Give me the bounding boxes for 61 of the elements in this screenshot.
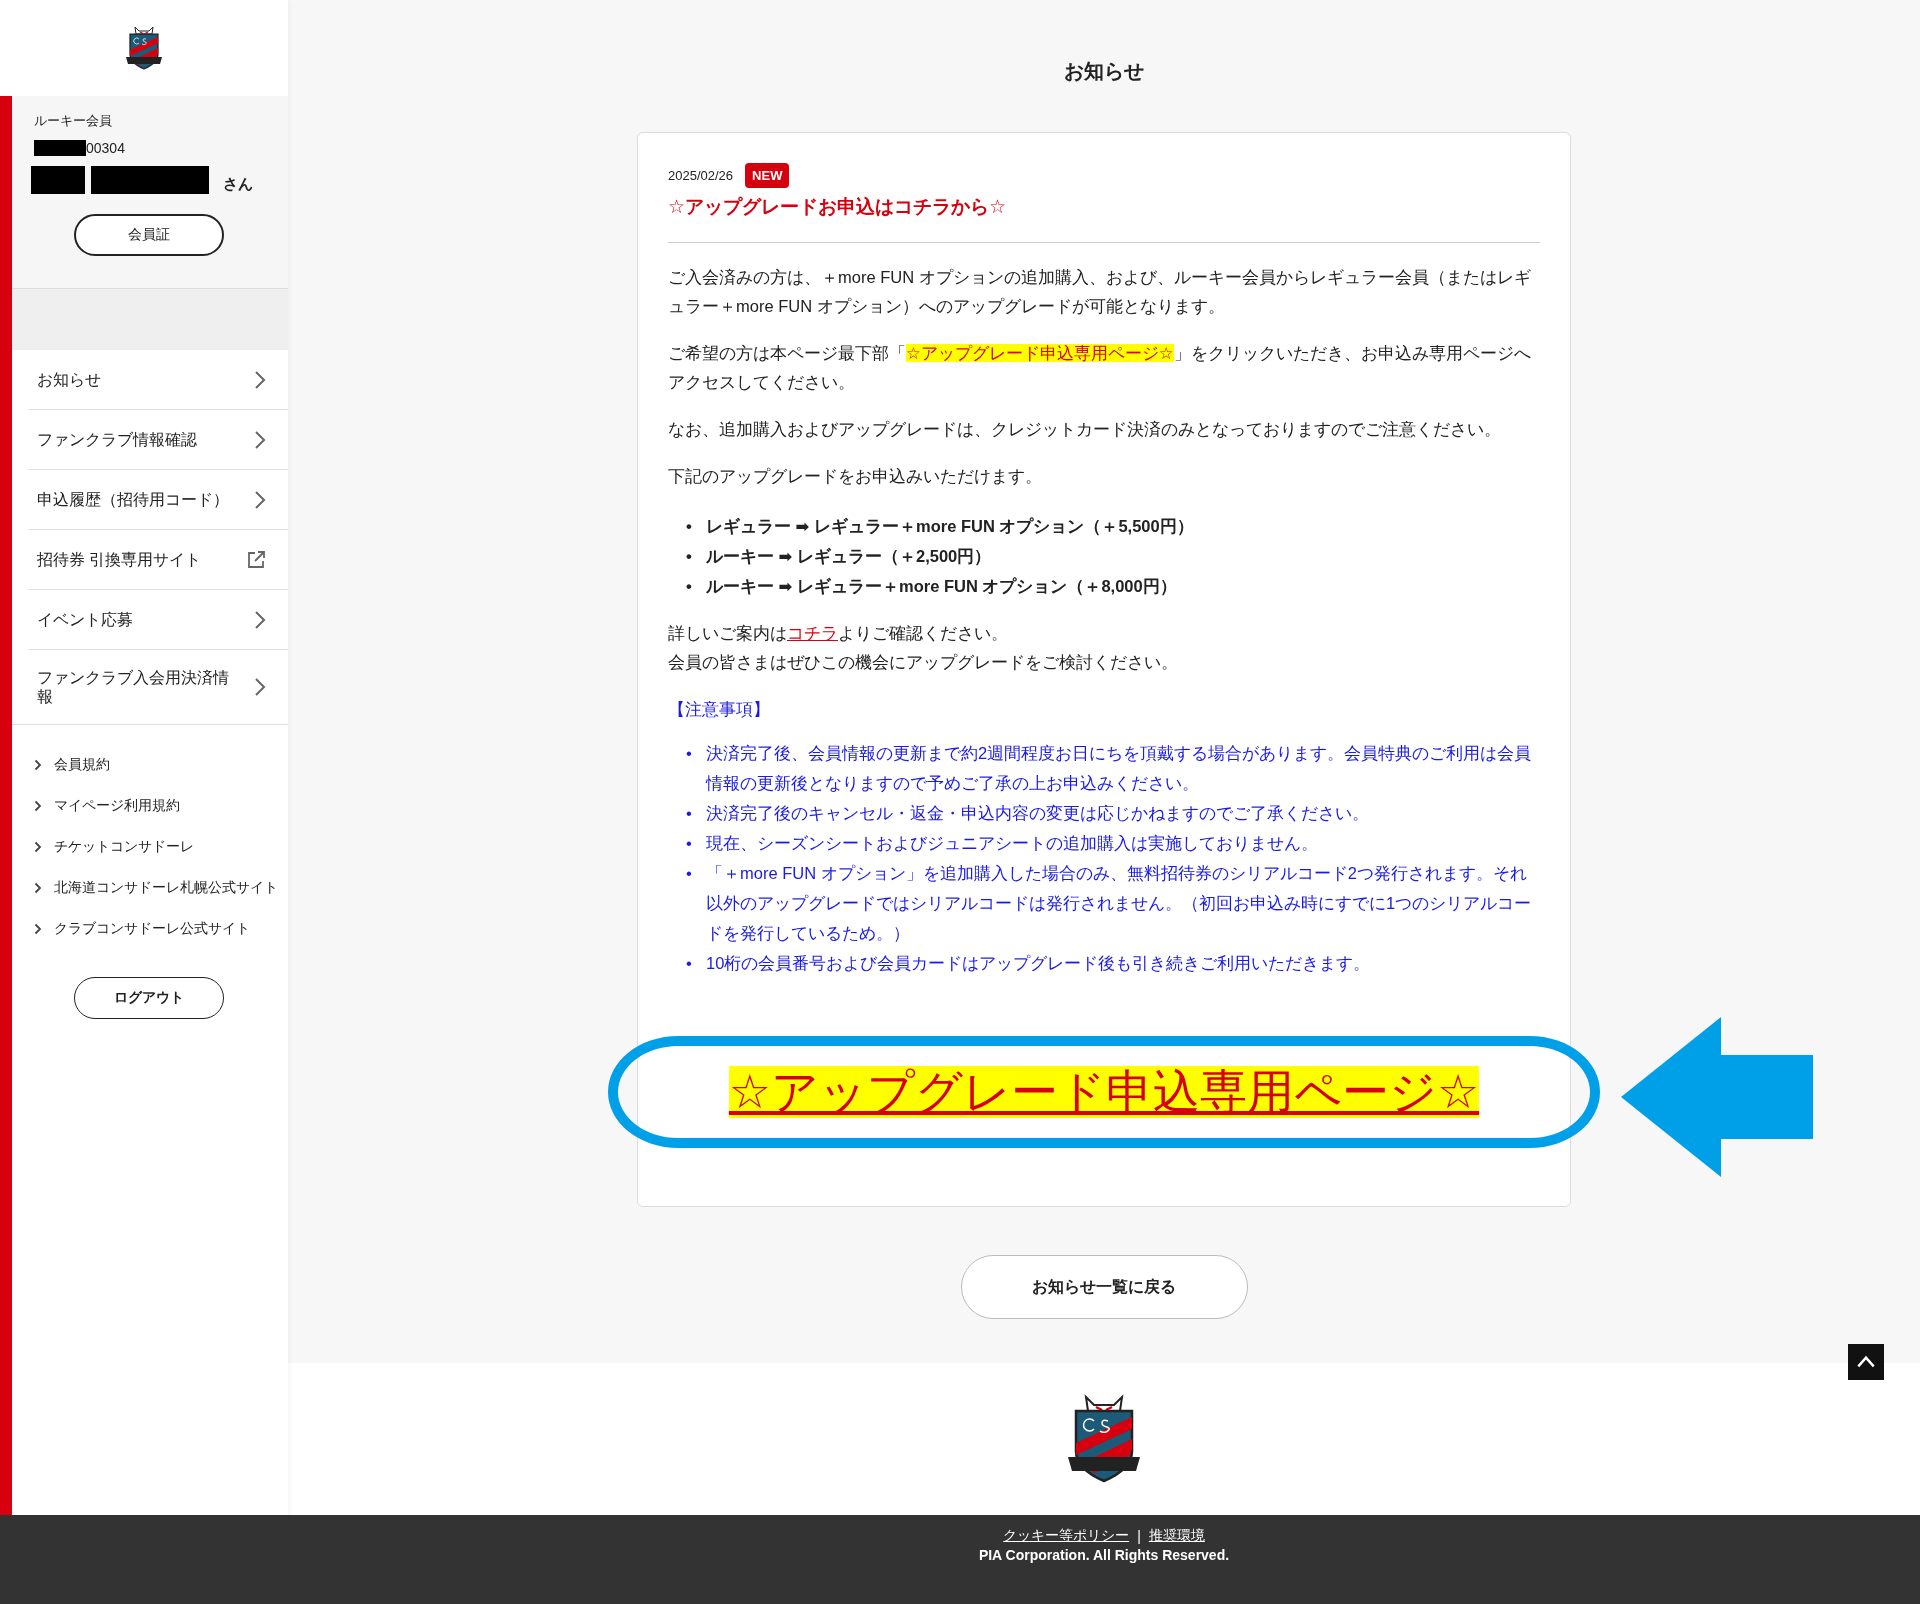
sidebar-link[interactable]: 北海道コンサドーレ札幌公式サイト [34, 878, 288, 898]
upgrade-option: ルーキー ➡ レギュラー（＋2,500円） [706, 541, 992, 571]
note-item: 10桁の会員番号および会員カードはアップグレード後も引き続きご利用いただきます。 [706, 953, 1371, 974]
sidebar-link[interactable]: 会員規約 [34, 755, 288, 775]
chevron-right-icon [34, 923, 42, 935]
separator: | [1137, 1528, 1141, 1544]
sidebar-link[interactable]: マイページ利用規約 [34, 796, 288, 816]
sidebar-link[interactable]: クラブコンサドーレ公式サイト [34, 919, 288, 939]
paragraph: ご入会済みの方は、＋more FUN オプションの追加購入、および、ルーキー会員からレギュラー会員（またはレギュラー＋more FUN オプション）へのアップグレードが可能となります。 [668, 267, 1532, 317]
sidebar-link[interactable]: チケットコンサドーレ [34, 837, 288, 857]
chevron-right-icon [34, 759, 42, 771]
chevron-right-icon [254, 489, 266, 510]
paragraph: 詳しいご案内はコチラ よりご確認ください。 [668, 623, 1009, 644]
paragraph: ご希望の方は本ページ最下部「☆アップグレード申込専用ページ☆」をクリックいただき、お申込み専用ページへアクセスしてください。 [668, 343, 1532, 393]
upgrade-page-link[interactable]: ☆アップグレード申込専用ページ☆ [728, 1066, 1480, 1118]
chevron-right-icon [34, 800, 42, 812]
bullet: • [686, 803, 693, 824]
footer-link[interactable]: 推奨環境 [1148, 1527, 1205, 1545]
back-to-list-button[interactable]: お知らせ一覧に戻る [960, 1255, 1248, 1319]
redaction-block [34, 140, 86, 156]
membership-card-button[interactable]: 会員証 [74, 214, 224, 256]
shield-emblem-drawing [124, 24, 164, 72]
chevron-right-icon [254, 609, 266, 630]
note-item: 「＋more FUN オプション」を追加購入した場合のみ、無料招待券のシリアルコード2つ発行されます。それ以外のアップグレードではシリアルコードは発行されません。（初回お申込み時にすでに1つのシリアルコードを発行しているため。） [706, 863, 1533, 944]
logout-button[interactable]: ログアウト [74, 977, 224, 1019]
scroll-to-top-button[interactable] [1848, 1344, 1884, 1380]
page-title: お知らせ [1064, 59, 1144, 84]
inline-link[interactable]: コチラ [787, 624, 838, 642]
bullet: • [686, 576, 693, 597]
arrow-left-icon [1621, 1017, 1813, 1177]
external-link-icon [246, 549, 266, 570]
paragraph: 下記のアップグレードをお申込みいただけます。 [668, 466, 1043, 487]
bullet: • [686, 546, 693, 567]
redaction-block [31, 166, 85, 194]
paragraph: 会員の皆さまはぜひこの機会にアップグレードをご検討ください。 [668, 652, 1179, 673]
notice-date: 2025/02/26 [668, 168, 734, 183]
chevron-right-icon [254, 369, 266, 390]
name-suffix: さん [223, 174, 253, 194]
paragraph: なお、追加購入およびアップグレードは、クレジットカード決済のみとなっておりますのでご注意ください。 [668, 419, 1502, 440]
upgrade-option: ルーキー ➡ レギュラー＋more FUN オプション（＋8,000円） [706, 571, 1177, 601]
chevron-right-icon [254, 429, 266, 450]
note-item: 決済完了後のキャンセル・返金・申込内容の変更は応じかねますのでご了承ください。 [706, 803, 1369, 824]
chevron-right-icon [34, 882, 42, 894]
bullet: • [686, 516, 693, 537]
chevron-right-icon [34, 841, 42, 853]
note-item: 決済完了後、会員情報の更新まで約2週間程度お日にちを頂戴する場合があります。会員特典のご利用は会員情報の更新後となりますので予めご了承の上お申込みください。 [706, 743, 1533, 794]
membership-type: ルーキー会員 [34, 112, 113, 130]
new-badge: NEW [745, 163, 790, 188]
bullet: • [686, 833, 693, 854]
footer-link[interactable]: クッキー等ポリシー [1003, 1527, 1130, 1545]
upgrade-option: レギュラー ➡ レギュラー＋more FUN オプション（＋5,500円） [706, 511, 1194, 541]
bullet: • [686, 743, 693, 764]
note-item: 現在、シーズンシートおよびジュニアシートの追加購入は実施しておりません。 [706, 833, 1318, 854]
bullet: • [686, 863, 693, 884]
notice-title: ☆アップグレードお申込はコチラから☆ [668, 195, 1008, 219]
bullet: • [686, 953, 693, 974]
copyright: PIA Corporation. All Rights Reserved. [978, 1547, 1230, 1563]
notes-heading: 【注意事項】 [668, 699, 771, 720]
chevron-right-icon [254, 677, 266, 697]
sidebar-item[interactable]: ファンクラブ入会用決済情報 [29, 650, 288, 724]
member-number: 00304 [86, 140, 125, 156]
